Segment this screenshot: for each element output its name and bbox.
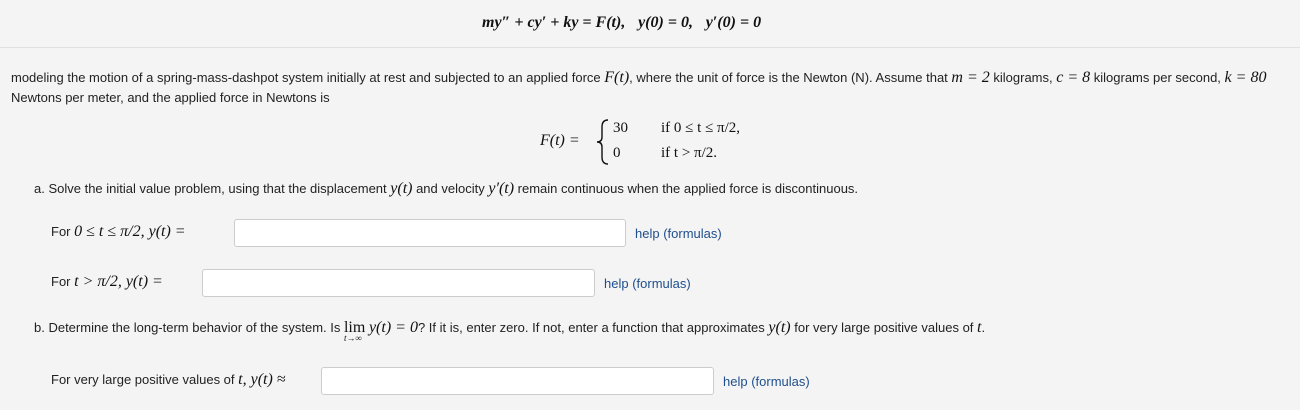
answer1-label: For 0 ≤ t ≤ π/2, y(t) = [51, 223, 186, 240]
answer3-label: For very large positive values of t, y(t… [51, 371, 286, 388]
help-formulas-link-3[interactable]: help (formulas) [723, 374, 810, 389]
answer3-input[interactable] [321, 367, 714, 395]
part-a-question: a. Solve the initial value problem, usin… [34, 180, 859, 197]
force-case1-condition: if 0 ≤ t ≤ π/2, [661, 120, 741, 136]
piecewise-brace-icon [596, 119, 609, 165]
differential-equation: my″ + cy′ + ky = F(t), y(0) = 0, y′(0) =… [482, 14, 762, 31]
answer1-input[interactable] [234, 219, 626, 247]
force-case1-value: 30 [613, 120, 628, 136]
answer2-input[interactable] [202, 269, 595, 297]
answer2-label: For t > π/2, y(t) = [51, 273, 163, 290]
divider [0, 47, 1300, 48]
problem-intro: modeling the motion of a spring-mass-das… [11, 69, 1267, 105]
help-formulas-link-2[interactable]: help (formulas) [604, 276, 691, 291]
part-b-question: b. Determine the long-term behavior of t… [34, 319, 986, 343]
force-function-label: F(t) = [540, 132, 580, 149]
help-formulas-link-1[interactable]: help (formulas) [635, 226, 722, 241]
force-case2-condition: if t > π/2. [661, 145, 718, 161]
force-case2-value: 0 [613, 145, 621, 161]
